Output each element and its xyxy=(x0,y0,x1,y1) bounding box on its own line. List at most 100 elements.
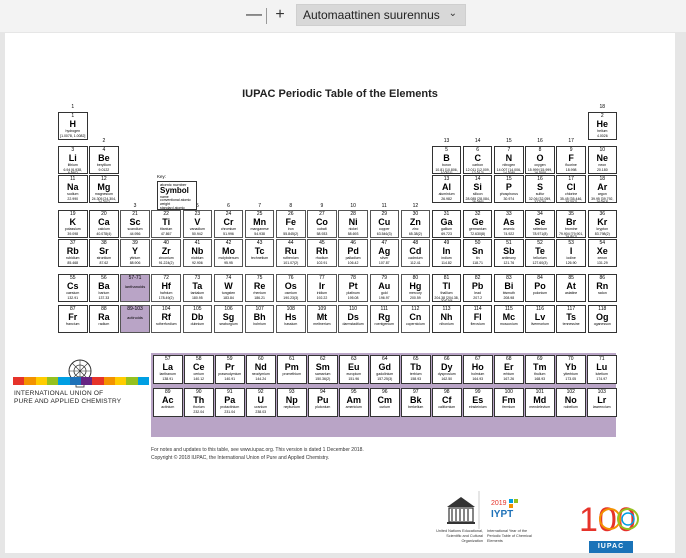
element-cell: 79 Au gold 196.97 xyxy=(369,274,399,302)
group-label: 14 xyxy=(474,138,481,144)
element-symbol: Mg xyxy=(97,182,111,192)
element-cell: 94 Pu plutonium xyxy=(308,388,338,417)
element-name: neptunium xyxy=(283,405,300,409)
element-cell: 77 Ir iridium 192.22 xyxy=(307,274,337,302)
element-name: fluorine xyxy=(565,163,577,167)
element-name: oxygen xyxy=(534,163,546,167)
chevron-down-icon: ⌄ xyxy=(448,8,457,19)
element-symbol: Bi xyxy=(504,281,514,291)
element-cell: 38 Sr strontium 87.62 xyxy=(89,239,119,267)
element-cell: 106 Sg seaborgium xyxy=(213,305,244,333)
group-label: 9 xyxy=(320,203,324,209)
element-name: rubidium xyxy=(66,256,80,260)
element-cell: 44 Ru ruthenium 101.07(2) xyxy=(276,239,306,267)
footnote-notes: For notes and updates to this table, see… xyxy=(151,447,364,453)
element-cell: 62 Sm samarium 150.36(2) xyxy=(308,355,338,384)
element-cell: 52 Te tellurium 127.60(3) xyxy=(525,239,555,267)
element-name: nickel xyxy=(348,227,358,231)
element-symbol: As xyxy=(503,217,515,227)
element-cell: 10 Ne neon 20.180 xyxy=(587,146,618,174)
element-name: krypton xyxy=(596,227,609,231)
element-name: gold xyxy=(380,291,388,295)
element-cell: 37 Rb rubidium 85.468 xyxy=(58,239,88,267)
element-cell: 21 Sc scandium 44.956 xyxy=(120,210,150,238)
element-symbol: Es xyxy=(472,395,484,405)
element-symbol: Cu xyxy=(378,217,391,227)
element-cell: 26 Fe iron 55.845(2) xyxy=(276,210,306,238)
element-name: aluminium xyxy=(438,192,455,196)
atomic-number: 57-71 xyxy=(128,275,142,281)
atomic-weight: 144.24 xyxy=(255,376,267,381)
element-symbol: Cn xyxy=(409,312,422,322)
element-symbol: Se xyxy=(534,217,546,227)
group-label: 18 xyxy=(599,104,606,110)
element-name: xenon xyxy=(597,256,608,260)
key-box: atomic number Symbol name conventional a… xyxy=(157,181,197,213)
element-name: flerovium xyxy=(470,322,485,326)
zoom-select[interactable]: Automaattinen suurennus ⌄ xyxy=(296,4,466,26)
element-name: astatine xyxy=(565,291,578,295)
element-symbol: W xyxy=(224,281,233,291)
element-symbol: Ga xyxy=(440,217,453,227)
element-symbol: Tc xyxy=(254,246,265,256)
element-name: nitrogen xyxy=(502,163,516,167)
element-name: palladium xyxy=(345,256,361,260)
element-cell: 16 Ssulfur 32.06 [32.059, 32.076] xyxy=(525,175,555,203)
element-symbol: Fl xyxy=(473,312,482,322)
element-symbol: Db xyxy=(191,312,204,322)
element-cell: 59 Pr praseodymium 140.91 xyxy=(215,355,245,384)
group-label: 12 xyxy=(412,203,419,209)
element-symbol: Cf xyxy=(442,395,452,405)
element-name: platinum xyxy=(346,291,360,295)
logo-100-text: 100 xyxy=(579,501,636,539)
footnote: For notes and updates to this table, see… xyxy=(151,447,364,462)
element-name: molybdenum xyxy=(218,256,239,260)
element-name: neodymium xyxy=(251,372,270,376)
zoom-in-button[interactable]: + xyxy=(272,6,288,24)
element-symbol: Ge xyxy=(471,217,484,227)
iupac-emblem-icon xyxy=(68,359,92,388)
element-name: strontium xyxy=(96,256,112,260)
element-name: samarium xyxy=(315,372,331,376)
element-symbol: Tb xyxy=(410,362,422,372)
atomic-weight: 95.95 xyxy=(224,260,233,265)
element-symbol: Bh xyxy=(253,312,266,322)
element-name: thorium xyxy=(192,405,205,409)
element-name: livermorium xyxy=(530,322,550,326)
page-title: IUPAC Periodic Table of the Elements xyxy=(242,88,438,100)
element-symbol: Dy xyxy=(440,362,453,372)
atomic-weight: 112.41 xyxy=(410,260,421,265)
element-cell: 19 Kpotassium 39.098 xyxy=(58,210,88,238)
element-symbol: La xyxy=(162,362,173,372)
element-cell: 54 Xe xenon 131.29 xyxy=(587,239,618,267)
atomic-weight: 132.91 xyxy=(67,295,79,300)
element-symbol: Kr xyxy=(597,217,608,227)
element-cell: 36 Kr krypton 83.798(2) xyxy=(587,210,618,238)
zoom-out-button[interactable]: — xyxy=(246,6,262,24)
element-name: boron xyxy=(442,163,452,167)
atomic-weight: 18.998 xyxy=(565,167,577,172)
atomic-weight: 65.38(2) xyxy=(408,231,422,236)
element-cell: 35 Br bromine 79.904 [79.901, 79.907] xyxy=(556,210,586,238)
element-symbol: Mo xyxy=(222,246,235,256)
element-symbol: Rn xyxy=(596,281,609,291)
element-name: francium xyxy=(66,322,80,326)
group-label: 8 xyxy=(289,203,293,209)
element-symbol: Al xyxy=(442,182,452,192)
element-symbol: Y xyxy=(132,246,139,256)
element-name: selenium xyxy=(532,227,547,231)
element-symbol: Mc xyxy=(502,312,516,322)
element-cell: 81 Tl thallium 204.38 [204.38, 204.39] xyxy=(431,274,462,302)
atomic-weight: 72.630(8) xyxy=(470,231,486,236)
element-symbol: Ta xyxy=(192,281,203,291)
element-symbol: Lr xyxy=(597,395,607,405)
element-symbol: Rf xyxy=(161,312,171,322)
element-name: darmstadtium xyxy=(342,322,364,326)
atomic-weight: 196.97 xyxy=(378,295,390,300)
element-name: curium xyxy=(379,405,390,409)
element-name: calcium xyxy=(97,227,110,231)
element-name: meitnerium xyxy=(313,322,331,326)
element-symbol: Rg xyxy=(378,312,391,322)
atomic-weight: 232.04 xyxy=(193,409,205,414)
org-line-2: PURE AND APPLIED CHEMISTRY xyxy=(14,398,122,406)
